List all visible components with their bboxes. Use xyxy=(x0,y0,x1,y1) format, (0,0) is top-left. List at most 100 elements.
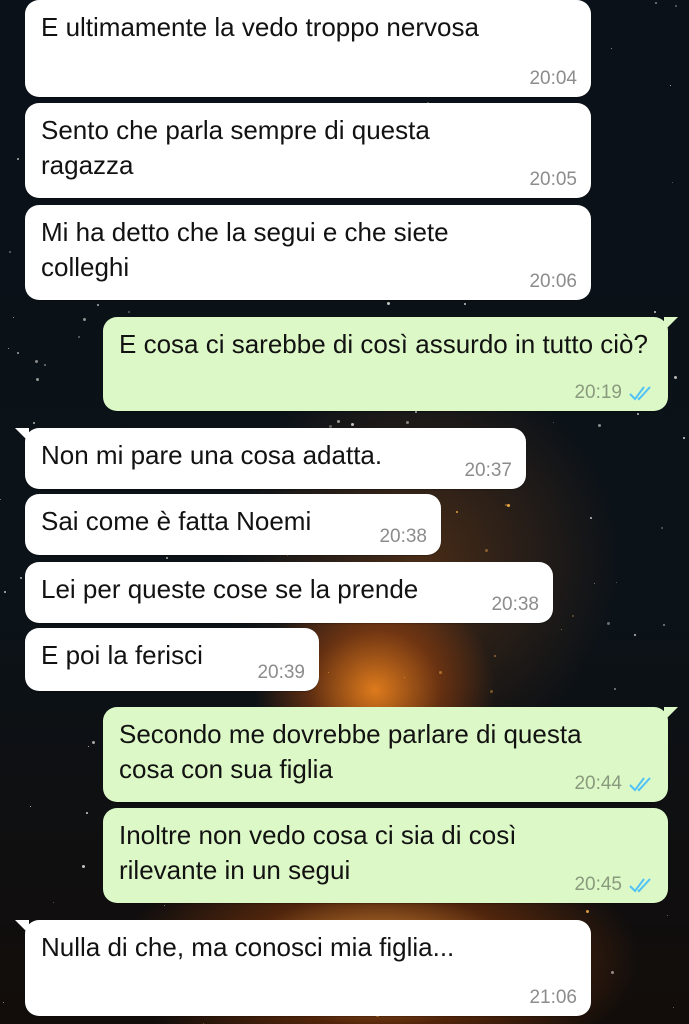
message-text: Nulla di che, ma conosci mia figlia... xyxy=(41,932,455,962)
double-check-read-icon xyxy=(629,386,651,401)
message-text: Secondo me dovrebbe parlare di questa co… xyxy=(119,719,582,784)
spark xyxy=(572,615,575,618)
message-bubble-incoming[interactable]: E poi la ferisci 20:39 xyxy=(25,628,319,691)
spark xyxy=(683,437,686,440)
spark xyxy=(654,310,657,313)
spark xyxy=(17,352,20,355)
spark xyxy=(20,577,23,580)
double-check-read-icon xyxy=(629,777,651,792)
spark xyxy=(674,376,678,380)
spark xyxy=(662,623,665,626)
spark xyxy=(637,413,640,416)
message-time: 20:45 xyxy=(574,874,654,896)
spark xyxy=(82,318,86,322)
message-time: 20:38 xyxy=(491,594,539,615)
spark xyxy=(553,421,554,423)
message-bubble-incoming[interactable]: Nulla di che, ma conosci mia figlia... 2… xyxy=(15,920,591,1016)
bubble-tail xyxy=(664,317,678,331)
spark xyxy=(86,812,89,815)
bubble-tail xyxy=(15,428,29,442)
spark xyxy=(336,419,340,423)
spark xyxy=(485,549,489,553)
message-text: E ultimamente la vedo troppo nervosa xyxy=(41,12,479,42)
message-bubble-incoming[interactable]: Sento che parla sempre di questa ragazza… xyxy=(25,103,591,198)
spark xyxy=(16,158,19,161)
message-text: Non mi pare una cosa adatta. xyxy=(41,440,383,470)
message-text: Mi ha detto che la segui e che siete col… xyxy=(41,217,449,282)
spark xyxy=(351,423,355,427)
spark xyxy=(164,905,166,907)
message-text: Sento che parla sempre di questa ragazza xyxy=(41,115,430,180)
message-bubble-incoming[interactable]: Non mi pare una cosa adatta. 20:37 xyxy=(15,428,526,489)
spark xyxy=(202,1022,204,1024)
spark xyxy=(613,688,616,691)
spark xyxy=(386,302,390,306)
spark xyxy=(13,317,15,319)
message-bubble-outgoing[interactable]: Inoltre non vedo cosa ci sia di così ril… xyxy=(103,808,668,903)
spark xyxy=(35,377,39,381)
bubble-tail xyxy=(15,920,29,934)
spark xyxy=(128,311,131,314)
message-time: 21:06 xyxy=(529,987,577,1008)
spark xyxy=(92,741,96,745)
spark xyxy=(585,910,589,914)
spark xyxy=(3,591,6,594)
message-text: Lei per queste cose se la prende xyxy=(41,574,419,604)
spark xyxy=(82,865,86,869)
spark xyxy=(438,670,442,674)
spark xyxy=(654,1,657,4)
spark xyxy=(590,517,593,520)
spark xyxy=(670,84,672,86)
spark xyxy=(489,690,493,694)
message-bubble-outgoing[interactable]: E cosa ci sarebbe di così assurdo in tut… xyxy=(103,317,678,411)
message-time: 20:44 xyxy=(574,773,654,795)
message-time: 20:39 xyxy=(257,662,305,683)
spark xyxy=(415,411,418,414)
spark xyxy=(404,676,406,678)
spark xyxy=(611,970,615,974)
spark xyxy=(504,503,507,506)
spark xyxy=(561,629,563,630)
double-check-read-icon xyxy=(629,878,651,893)
spark xyxy=(594,583,596,585)
spark xyxy=(606,622,610,626)
spark xyxy=(87,745,89,747)
spark xyxy=(32,422,35,425)
message-time: 20:37 xyxy=(464,460,512,481)
message-bubble-incoming[interactable]: Lei per queste cose se la prende 20:38 xyxy=(25,562,553,623)
message-text: Sai come è fatta Noemi xyxy=(41,506,312,536)
message-bubble-incoming[interactable]: Sai come è fatta Noemi 20:38 xyxy=(25,494,441,555)
spark xyxy=(674,5,677,8)
spark xyxy=(673,1007,675,1009)
message-bubble-outgoing[interactable]: Secondo me dovrebbe parlare di questa co… xyxy=(103,707,678,802)
spark xyxy=(35,360,39,364)
spark xyxy=(507,503,511,507)
message-time: 20:19 xyxy=(574,382,654,404)
message-time: 20:06 xyxy=(529,271,577,292)
message-bubble-incoming[interactable]: E ultimamente la vedo troppo nervosa 20:… xyxy=(25,0,591,97)
message-time: 20:38 xyxy=(379,526,427,547)
spark xyxy=(616,582,618,584)
spark xyxy=(0,498,2,500)
spark xyxy=(667,914,669,916)
spark xyxy=(493,654,496,657)
spark xyxy=(44,364,47,367)
spark xyxy=(661,526,664,529)
spark xyxy=(328,671,330,673)
bubble-tail xyxy=(664,707,678,721)
spark xyxy=(165,556,168,559)
spark xyxy=(53,902,55,904)
spark xyxy=(9,251,12,254)
message-text: E cosa ci sarebbe di così assurdo in tut… xyxy=(119,329,648,359)
spark xyxy=(634,634,637,637)
message-text: Inoltre non vedo cosa ci sia di così ril… xyxy=(119,820,517,885)
message-bubble-incoming[interactable]: Mi ha detto che la segui e che siete col… xyxy=(25,205,591,300)
spark xyxy=(96,304,99,307)
spark xyxy=(77,336,80,338)
spark xyxy=(8,348,9,350)
spark xyxy=(610,48,612,50)
message-time: 20:05 xyxy=(529,169,577,190)
spark xyxy=(406,420,410,424)
spark xyxy=(464,302,467,305)
message-time: 20:04 xyxy=(529,68,577,89)
